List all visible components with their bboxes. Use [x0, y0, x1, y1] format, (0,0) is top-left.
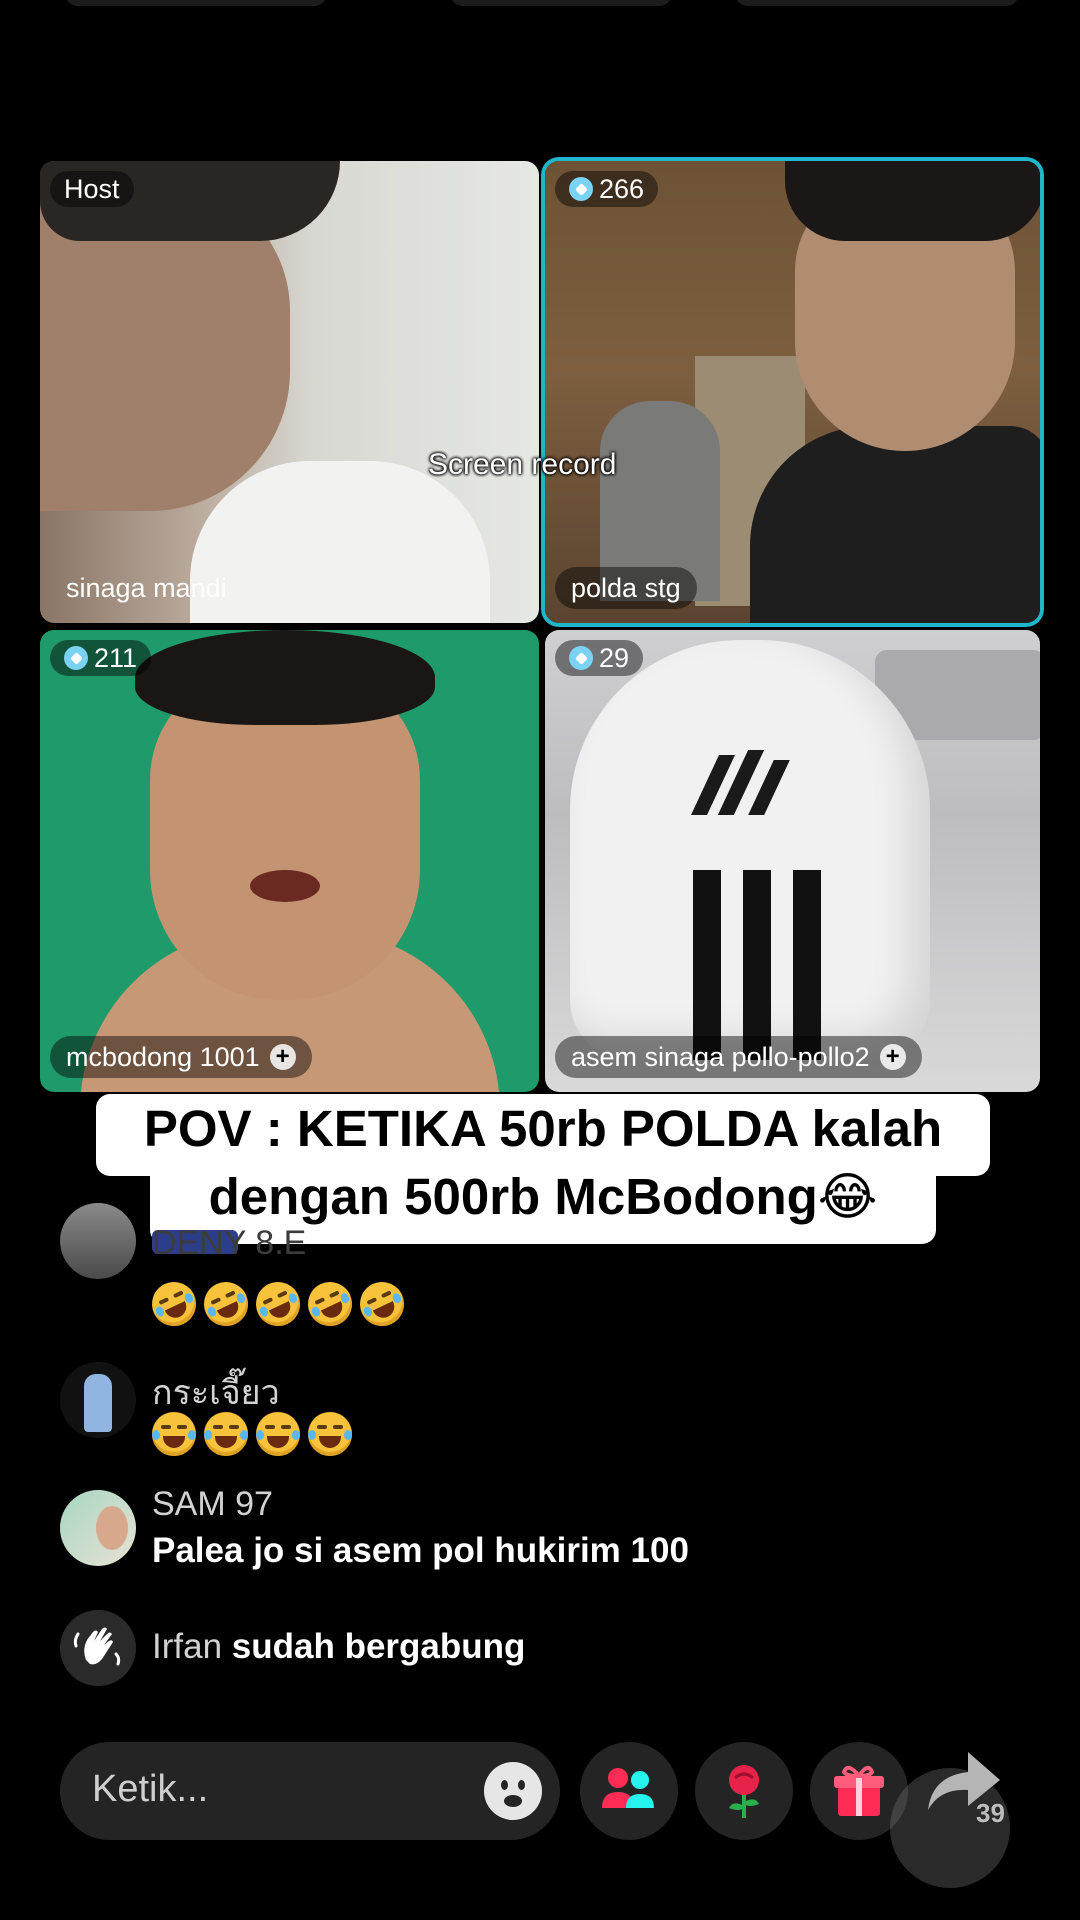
- guest2-name: mcbodong 1001: [66, 1042, 260, 1072]
- comment-input-placeholder: Ketik...: [92, 1768, 209, 1810]
- avatar[interactable]: [60, 1362, 136, 1438]
- comment-emoji-row: [144, 1274, 412, 1334]
- share-count: 39: [976, 1798, 1005, 1828]
- host-badge: Host: [50, 171, 134, 207]
- guest2-hair: [135, 630, 435, 725]
- host-name: sinaga mandi: [66, 573, 227, 603]
- comment-emoji-row: [152, 1412, 352, 1456]
- guest-video-tile-mcbodong[interactable]: 211 mcbodong 1001 +: [40, 630, 539, 1092]
- tears-of-joy-emoji-icon: [256, 1412, 300, 1456]
- tears-of-joy-emoji-icon: [308, 1412, 352, 1456]
- tears-of-joy-emoji-icon: [152, 1412, 196, 1456]
- avatar-figure: [84, 1374, 112, 1432]
- comment-input[interactable]: Ketik...: [60, 1742, 560, 1840]
- tears-of-joy-emoji-icon: [204, 1412, 248, 1456]
- guest-video-tile-polda[interactable]: 266 polda stg: [545, 161, 1040, 623]
- comment-username: SAM 97: [152, 1485, 273, 1523]
- diamond-icon: [64, 646, 88, 670]
- comment-username: กระเจี๊ยว: [152, 1374, 280, 1412]
- host-badge-label: Host: [64, 174, 120, 204]
- rolling-laughing-emoji-icon: [352, 1274, 412, 1334]
- host-name-pill[interactable]: sinaga mandi: [50, 567, 243, 609]
- guest1-name-pill[interactable]: polda stg: [555, 567, 697, 609]
- rolling-laughing-emoji-icon: [196, 1274, 256, 1334]
- join-text: sudah bergabung: [231, 1627, 526, 1666]
- guest2-name-pill[interactable]: mcbodong 1001 +: [50, 1036, 312, 1078]
- guest1-shirt: [750, 426, 1040, 623]
- cap-stripe-3: [793, 870, 821, 1060]
- diamond-icon: [569, 177, 593, 201]
- comment-text: Palea jo si asem pol hukirim 100: [152, 1531, 689, 1570]
- guest3-name: asem sinaga pollo-pollo2: [571, 1042, 870, 1072]
- follow-plus-icon[interactable]: +: [269, 1044, 296, 1070]
- avatar-face: [96, 1506, 128, 1550]
- diamond-icon: [569, 646, 593, 670]
- cap-stripe-1: [693, 870, 721, 1060]
- screen-record-label: Screen record: [428, 448, 617, 481]
- guest2-mouth: [250, 870, 320, 902]
- cap-stripe-2: [743, 870, 771, 1060]
- top-pill-right: [735, 0, 1019, 6]
- guest2-score-badge: 211: [50, 640, 152, 676]
- join-notice: Irfan sudah bergabung: [152, 1627, 525, 1667]
- guest1-hair: [785, 161, 1040, 241]
- join-username: Irfan: [152, 1627, 223, 1666]
- avatar[interactable]: [60, 1203, 136, 1279]
- guest3-score: 29: [599, 643, 630, 673]
- guest1-score: 266: [599, 174, 645, 204]
- comment-username: DENY 8.E: [152, 1224, 307, 1262]
- rose-icon: [729, 1765, 759, 1818]
- guest-video-tile-asem[interactable]: 29 asem sinaga pollo-pollo2 +: [545, 630, 1040, 1092]
- follow-plus-icon[interactable]: +: [879, 1044, 906, 1070]
- rolling-laughing-emoji-icon: [144, 1274, 204, 1334]
- host-video-tile[interactable]: Host sinaga mandi: [40, 161, 539, 623]
- guest2-score: 211: [94, 643, 138, 673]
- guest3-name-pill[interactable]: asem sinaga pollo-pollo2 +: [555, 1036, 922, 1078]
- guests-icon: [602, 1768, 654, 1808]
- avatar[interactable]: [60, 1490, 136, 1566]
- emoji-smiley-icon[interactable]: [484, 1762, 542, 1820]
- top-pill-left: [65, 0, 327, 6]
- rolling-laughing-emoji-icon: [248, 1274, 308, 1334]
- top-pill-center: [450, 0, 672, 6]
- wave-icon: [60, 1610, 136, 1686]
- multi-guest-button[interactable]: [580, 1742, 678, 1840]
- guest1-score-badge: 266: [555, 171, 659, 207]
- guest1-name: polda stg: [571, 573, 681, 603]
- share-button[interactable]: 39: [890, 1742, 1020, 1888]
- rose-gift-button[interactable]: [695, 1742, 793, 1840]
- waving-hand-icon: [73, 1627, 121, 1666]
- rolling-laughing-emoji-icon: [300, 1274, 360, 1334]
- guest3-score-badge: 29: [555, 640, 644, 676]
